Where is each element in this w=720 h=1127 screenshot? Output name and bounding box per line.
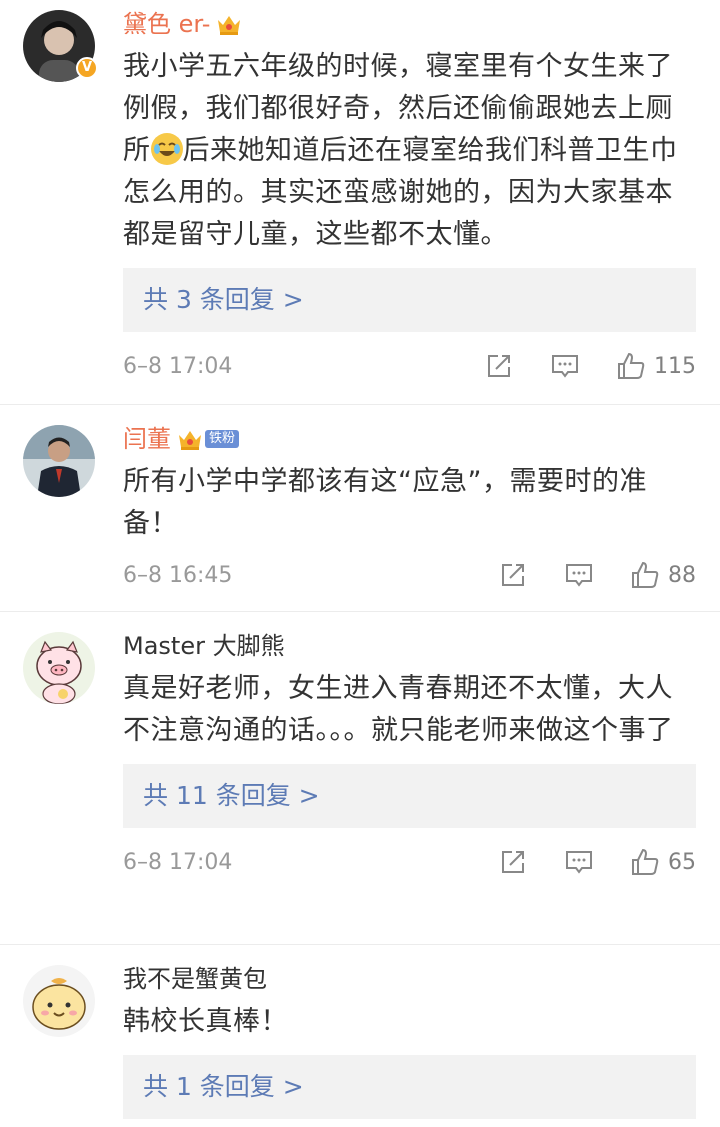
avatar[interactable] — [23, 965, 95, 1037]
verified-badge-icon: V — [76, 57, 98, 79]
comment-text: 所有小学中学都该有这“应急”，需要时的准备！ — [123, 466, 647, 539]
username-text[interactable]: Master 大脚熊 — [123, 630, 285, 662]
replies-link[interactable]: 共 11 条回复 > — [123, 764, 696, 828]
share-icon[interactable] — [484, 351, 514, 381]
comment-item: Master 大脚熊 真是好老师，女生进入青春期还不太懂，大人不注意沟通的话。。… — [0, 612, 720, 945]
comment-text: 韩校长真棒！ — [123, 1006, 288, 1037]
username-text[interactable]: 我不是蟹黄包 — [123, 963, 267, 995]
replies-link[interactable]: 共 1 条回复 > — [123, 1055, 696, 1119]
comment-time: 6–8 17:04 — [123, 353, 233, 379]
thumbs-up-icon[interactable] — [630, 560, 660, 590]
comment-text-part: 后来她知道后还在寝室给我们科普卫生巾怎么用的。其实还蛮感谢她的，因为大家基本都是… — [123, 135, 678, 250]
comment-icon[interactable] — [564, 847, 594, 877]
comment-time: 6–8 17:04 — [123, 849, 233, 875]
comment-meta: 6–8 17:04 65 — [123, 828, 696, 896]
share-icon[interactable] — [498, 560, 528, 590]
comment-text: 我小学五六年级的时候，寝室里有个女生来了例假，我们都很好奇，然后还偷偷跟她去上厕… — [123, 46, 696, 256]
thumbs-up-icon[interactable] — [616, 351, 646, 381]
avatar[interactable] — [23, 425, 95, 497]
comment-username[interactable]: 我不是蟹黄包 — [123, 963, 696, 995]
laughing-crying-emoji-icon — [150, 133, 183, 165]
avatar[interactable] — [23, 632, 95, 704]
comment-item: V 黛色 er- 我小学五六年级的时候，寝室里有个女生来了例假，我们都很好奇，然… — [0, 0, 720, 405]
like-count: 65 — [668, 849, 696, 875]
comment-item: 我不是蟹黄包 韩校长真棒！ 共 1 条回复 > — [0, 945, 720, 1119]
comment-time: 6–8 16:45 — [123, 562, 233, 588]
comment-icon[interactable] — [564, 560, 594, 590]
username-text[interactable]: 闫董 — [123, 423, 171, 455]
replies-link[interactable]: 共 3 条回复 > — [123, 268, 696, 332]
comment-meta: 6–8 17:04 115 — [123, 332, 696, 400]
like-count: 88 — [668, 562, 696, 588]
like-count: 115 — [654, 353, 696, 379]
comment-text: 真是好老师，女生进入青春期还不太懂，大人不注意沟通的话。。。就只能老师来做这个事… — [123, 673, 674, 746]
share-icon[interactable] — [498, 847, 528, 877]
comment-username[interactable]: 闫董 铁粉 — [123, 423, 696, 455]
comment-meta: 6–8 16:45 88 — [123, 545, 696, 605]
crown-icon — [218, 16, 241, 35]
comment-icon[interactable] — [550, 351, 580, 381]
comment-username[interactable]: 黛色 er- — [123, 8, 696, 40]
username-text[interactable]: 黛色 er- — [123, 8, 210, 40]
crown-icon — [179, 431, 201, 450]
fan-badge: 铁粉 — [205, 430, 240, 448]
comment-username[interactable]: Master 大脚熊 — [123, 630, 696, 662]
thumbs-up-icon[interactable] — [630, 847, 660, 877]
comment-item: 闫董 铁粉 所有小学中学都该有这“应急”，需要时的准备！ 6–8 16:45 8… — [0, 405, 720, 612]
